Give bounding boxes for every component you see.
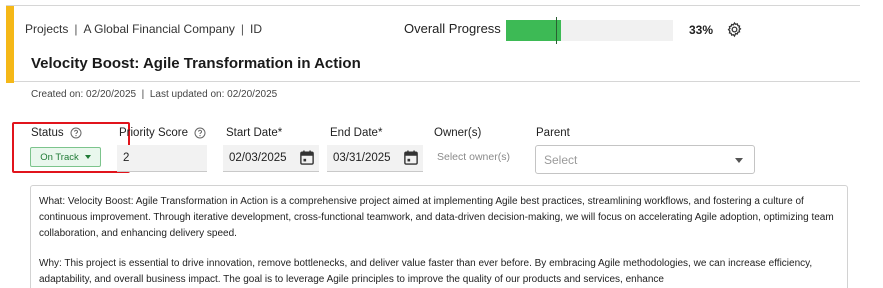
start-date-field-label: Start Date* — [226, 127, 282, 139]
owner-field-label: Owner(s) — [434, 127, 481, 139]
chevron-down-icon — [735, 158, 743, 163]
header-accent-bar — [6, 6, 14, 83]
breadcrumb-company[interactable]: A Global Financial Company — [83, 22, 234, 36]
description-why: Why: This project is essential to drive … — [39, 258, 813, 285]
end-date-value: 03/31/2025 — [333, 152, 391, 164]
created-date: 02/20/2025 — [86, 89, 137, 100]
overall-progress-percent: 33% — [689, 23, 714, 37]
start-date-label: Start Date* — [226, 127, 283, 139]
end-date-label: End Date* — [330, 127, 383, 139]
help-circle-icon[interactable] — [194, 127, 206, 139]
updated-label: Last updated on: — [149, 89, 225, 100]
gear-icon[interactable] — [726, 21, 743, 38]
meta-separator: | — [141, 89, 145, 100]
parent-select[interactable]: Select — [535, 145, 755, 174]
overall-progress-fill — [506, 20, 562, 41]
updated-date: 02/20/2025 — [227, 89, 278, 100]
description-textarea[interactable]: What: Velocity Boost: Agile Transformati… — [30, 185, 848, 288]
start-date-value: 02/03/2025 — [229, 152, 287, 164]
breadcrumb-id: ID — [250, 22, 263, 36]
priority-score-input[interactable]: 2 — [117, 145, 207, 172]
status-dropdown[interactable]: On Track — [30, 147, 101, 167]
description-what: What: Velocity Boost: Agile Transformati… — [39, 196, 834, 239]
breadcrumb-separator: | — [74, 22, 78, 36]
parent-label: Parent — [536, 127, 570, 139]
priority-label: Priority Score — [119, 127, 189, 139]
status-value: On Track — [40, 151, 79, 163]
breadcrumb: Projects | A Global Financial Company | … — [25, 22, 262, 36]
chevron-down-icon — [84, 155, 91, 159]
project-detail-page: Projects | A Global Financial Company | … — [0, 0, 883, 288]
end-date-field-label: End Date* — [330, 127, 382, 139]
parent-field-label: Parent — [536, 127, 570, 139]
priority-value: 2 — [123, 152, 130, 164]
owner-select[interactable]: Select owner(s) — [437, 151, 510, 163]
calendar-icon[interactable] — [300, 150, 314, 165]
priority-field-label: Priority Score — [119, 127, 206, 139]
owner-label: Owner(s) — [434, 127, 482, 139]
overall-progress-marker — [556, 17, 558, 44]
page-title: Velocity Boost: Agile Transformation in … — [31, 55, 361, 72]
status-label: Status — [31, 127, 64, 139]
project-header: Projects | A Global Financial Company | … — [6, 5, 860, 83]
breadcrumb-projects[interactable]: Projects — [25, 22, 68, 36]
parent-placeholder: Select — [544, 152, 578, 167]
calendar-icon[interactable] — [404, 150, 418, 165]
overall-progress-bar — [506, 17, 673, 44]
breadcrumb-separator: | — [240, 22, 245, 36]
help-circle-icon[interactable] — [70, 127, 82, 139]
overall-progress-label: Overall Progress — [404, 21, 501, 36]
project-meta: Created on: 02/20/2025 | Last updated on… — [31, 89, 277, 100]
created-label: Created on: — [31, 89, 84, 100]
status-field-label: Status — [31, 127, 82, 139]
